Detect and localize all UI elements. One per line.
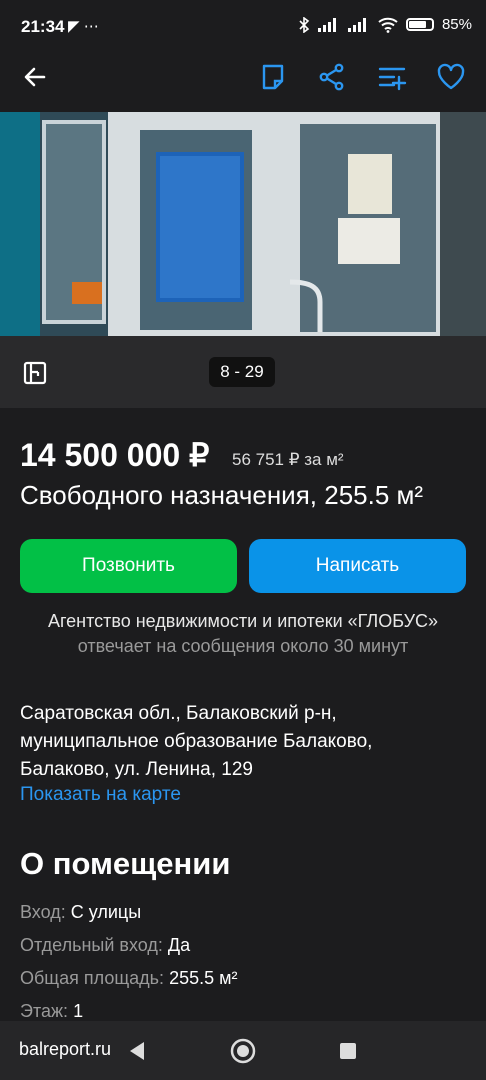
price: 14 500 000 ₽ bbox=[20, 437, 210, 473]
system-nav-bar: balreport.ru bbox=[0, 1021, 486, 1080]
address: Саратовская обл., Балаковский р-н, муниц… bbox=[20, 703, 373, 780]
property-row: Этаж: 1 bbox=[20, 1001, 83, 1022]
signal-icon bbox=[317, 17, 340, 32]
property-value: Да bbox=[167, 935, 191, 955]
property-value: С улицы bbox=[70, 902, 142, 922]
favorite-heart-icon[interactable] bbox=[436, 62, 466, 92]
property-key: Отдельный вход: bbox=[20, 935, 163, 955]
status-bar: 21:34 ◤ ⋯ 85% bbox=[0, 0, 486, 42]
section-heading: О помещении bbox=[20, 846, 231, 881]
battery-percent: 85% bbox=[441, 16, 472, 33]
app-bar bbox=[0, 42, 486, 112]
share-icon[interactable] bbox=[317, 62, 347, 92]
property-key: Вход: bbox=[20, 902, 66, 922]
floor-plan-icon[interactable] bbox=[22, 360, 48, 386]
call-button[interactable]: Позвонить bbox=[20, 539, 237, 593]
bluetooth-icon bbox=[299, 16, 310, 33]
system-indicators: 85% bbox=[298, 16, 472, 33]
notification-icons: ◤ ⋯ bbox=[68, 18, 99, 35]
property-key: Общая площадь: bbox=[20, 968, 165, 988]
storefront-image bbox=[0, 112, 486, 336]
back-arrow-icon[interactable] bbox=[20, 62, 50, 92]
recents-square-icon[interactable] bbox=[339, 1042, 357, 1060]
wifi-icon bbox=[378, 17, 398, 33]
home-circle-icon[interactable] bbox=[230, 1038, 256, 1064]
property-row: Общая площадь: 255.5 м² bbox=[20, 968, 237, 989]
listing-title: Свободного назначения, 255.5 м² bbox=[20, 480, 424, 510]
gallery-bar: 8 - 29 bbox=[0, 336, 486, 408]
note-icon[interactable] bbox=[258, 62, 288, 92]
back-triangle-icon[interactable] bbox=[127, 1040, 147, 1062]
agency-name[interactable]: Агентство недвижимости и ипотеки «ГЛОБУС… bbox=[0, 611, 486, 632]
property-row: Вход: С улицы bbox=[20, 902, 141, 923]
photo-counter: 8 - 29 bbox=[209, 357, 275, 387]
signal-icon bbox=[347, 17, 370, 32]
response-time: отвечает на сообщения около 30 минут bbox=[77, 636, 409, 656]
compare-icon[interactable] bbox=[377, 62, 407, 92]
write-message-button[interactable]: Написать bbox=[249, 539, 466, 593]
property-value: 1 bbox=[73, 1001, 84, 1021]
property-key: Этаж: bbox=[20, 1001, 69, 1021]
price-per-m2: 56 751 ₽ за м² bbox=[232, 450, 344, 469]
battery-icon bbox=[405, 18, 434, 31]
site-url: balreport.ru bbox=[19, 1039, 112, 1059]
property-value: 255.5 м² bbox=[169, 968, 238, 988]
clock: 21:34 bbox=[21, 17, 65, 36]
property-row: Отдельный вход: Да bbox=[20, 935, 190, 956]
listing-photo[interactable] bbox=[0, 112, 486, 336]
show-on-map-link[interactable]: Показать на карте bbox=[20, 784, 181, 806]
